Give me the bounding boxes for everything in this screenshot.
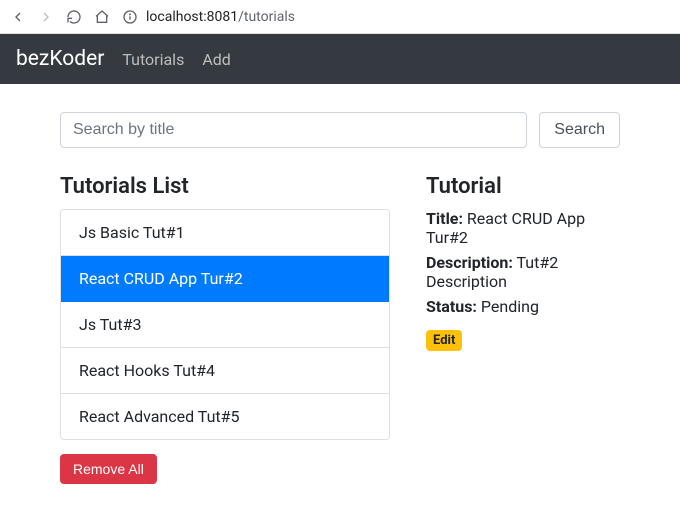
- list-item[interactable]: Js Basic Tut#1: [61, 210, 389, 256]
- status-value: Pending: [481, 297, 539, 316]
- search-row: Search: [60, 112, 620, 148]
- address-bar[interactable]: localhost:8081/tutorials: [120, 7, 295, 27]
- reload-icon[interactable]: [64, 7, 84, 27]
- detail-heading: Tutorial: [426, 174, 620, 199]
- info-icon[interactable]: [120, 7, 140, 27]
- app-navbar: bezKoder Tutorials Add: [0, 34, 680, 84]
- tutorials-list: Js Basic Tut#1React CRUD App Tur#2Js Tut…: [60, 209, 390, 440]
- list-heading: Tutorials List: [60, 174, 390, 199]
- main-container: Search Tutorials List Js Basic Tut#1Reac…: [0, 84, 680, 504]
- detail-status: Status: Pending: [426, 297, 620, 316]
- search-button[interactable]: Search: [539, 112, 620, 148]
- title-label: Title:: [426, 209, 463, 228]
- status-label: Status:: [426, 297, 477, 316]
- detail-description: Description: Tut#2 Description: [426, 253, 620, 291]
- list-item[interactable]: React Advanced Tut#5: [61, 394, 389, 439]
- description-label: Description:: [426, 253, 513, 272]
- nav-link-tutorials[interactable]: Tutorials: [122, 50, 184, 69]
- url-host: localhost:8081: [146, 9, 238, 25]
- list-item[interactable]: React CRUD App Tur#2: [61, 256, 389, 302]
- search-input[interactable]: [60, 112, 527, 148]
- url-path: /tutorials: [238, 9, 295, 25]
- nav-link-add[interactable]: Add: [202, 50, 230, 69]
- list-item[interactable]: React Hooks Tut#4: [61, 348, 389, 394]
- forward-icon[interactable]: [36, 7, 56, 27]
- browser-toolbar: localhost:8081/tutorials: [0, 0, 680, 34]
- list-item[interactable]: Js Tut#3: [61, 302, 389, 348]
- brand[interactable]: bezKoder: [16, 47, 104, 71]
- detail-title: Title: React CRUD App Tur#2: [426, 209, 620, 247]
- edit-button[interactable]: Edit: [426, 330, 462, 351]
- back-icon[interactable]: [8, 7, 28, 27]
- remove-all-button[interactable]: Remove All: [60, 454, 157, 484]
- home-icon[interactable]: [92, 7, 112, 27]
